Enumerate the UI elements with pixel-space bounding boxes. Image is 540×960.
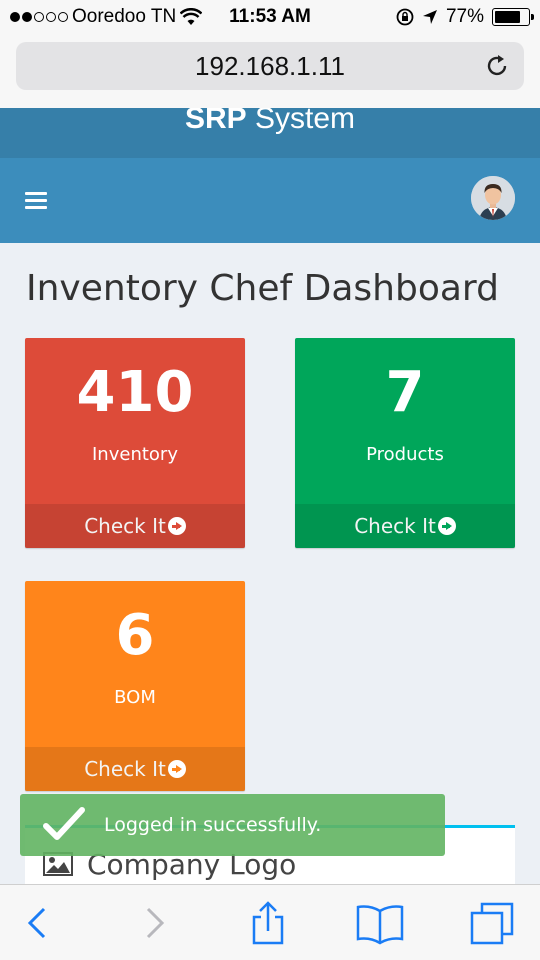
user-avatar[interactable] [471,176,515,220]
inventory-box: 410 Inventory Check It [25,338,245,548]
inventory-label: Inventory [92,444,178,465]
arrow-circle-right-icon [167,760,186,778]
browser-toolbar [0,884,540,960]
page-title: Inventory Chef Dashboard [26,268,499,309]
status-right-group: 77% [396,6,534,28]
avatar-image [471,176,515,220]
bom-box: 6 BOM Check It [25,581,245,791]
address-bar[interactable]: 192.168.1.11 [16,42,524,90]
products-count: 7 [385,360,425,425]
arrow-circle-right-icon [437,517,456,535]
bom-check-link[interactable]: Check It [25,747,245,791]
top-navbar [0,158,540,243]
inventory-check-link[interactable]: Check It [25,504,245,548]
arrow-circle-right-icon [167,517,186,535]
share-icon[interactable] [248,901,288,945]
reload-icon[interactable] [484,53,510,79]
products-box: 7 Products Check It [295,338,515,548]
browser-chrome: 192.168.1.11 [0,36,540,108]
status-bar: Ooredoo TN 11:53 AM 77% [0,0,540,36]
battery-icon [492,8,534,26]
app-brand[interactable]: SRP System [0,108,540,136]
bom-label: BOM [114,687,156,708]
toast-message: Logged in successfully. [104,814,322,836]
forward-icon[interactable] [140,901,170,945]
menu-toggle-icon[interactable] [25,192,47,210]
app-logo-bar[interactable]: SRP System [0,108,540,158]
products-check-link[interactable]: Check It [295,504,515,548]
tabs-icon[interactable] [468,901,516,945]
inventory-count: 410 [76,360,194,425]
back-icon[interactable] [22,901,52,945]
rotation-lock-icon [396,8,414,26]
products-label: Products [366,444,444,465]
success-toast[interactable]: Logged in successfully. [20,794,445,856]
battery-percent: 77% [445,6,484,27]
location-arrow-icon [422,10,437,24]
bookmarks-icon[interactable] [355,901,405,945]
checkmark-icon [43,807,85,840]
bom-count: 6 [115,603,155,668]
url-text: 192.168.1.11 [195,51,345,81]
